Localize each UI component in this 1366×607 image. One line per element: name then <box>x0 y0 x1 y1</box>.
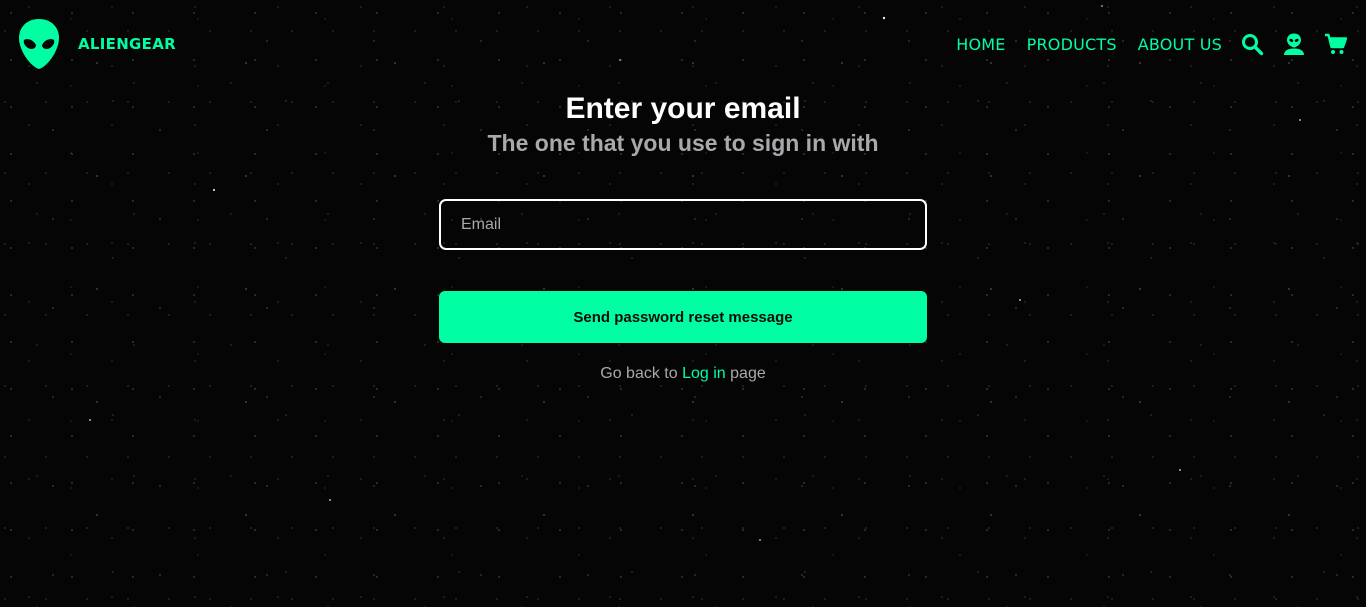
alien-head-icon <box>19 19 59 69</box>
back-prefix-text: Go back to <box>600 365 678 382</box>
nav-link-about-us[interactable]: ABOUT US <box>1138 35 1222 54</box>
page-title: Enter your email <box>565 92 801 125</box>
nav-link-home[interactable]: HOME <box>956 35 1005 54</box>
page-subtitle: The one that you use to sign in with <box>487 130 879 156</box>
send-reset-button[interactable]: Send password reset message <box>439 291 927 343</box>
email-input[interactable] <box>439 199 927 250</box>
login-link[interactable]: Log in <box>682 365 726 382</box>
page: ALIENGEAR HOME PRODUCTS ABOUT US Enter y… <box>0 0 1366 607</box>
alien-user-icon[interactable] <box>1282 32 1306 56</box>
brand-name: ALIENGEAR <box>78 35 176 53</box>
main-nav: HOME PRODUCTS ABOUT US <box>935 30 1348 58</box>
reset-password-form: Enter your email The one that you use to… <box>0 88 1366 385</box>
brand-home-link[interactable]: ALIENGEAR <box>18 18 176 70</box>
site-header: ALIENGEAR HOME PRODUCTS ABOUT US <box>0 0 1366 88</box>
search-icon[interactable] <box>1240 32 1264 56</box>
back-to-login-line: Go back to Log in page <box>0 363 1366 385</box>
nav-link-products[interactable]: PRODUCTS <box>1027 35 1117 54</box>
cart-icon[interactable] <box>1324 32 1348 56</box>
back-suffix-text: page <box>730 365 766 382</box>
